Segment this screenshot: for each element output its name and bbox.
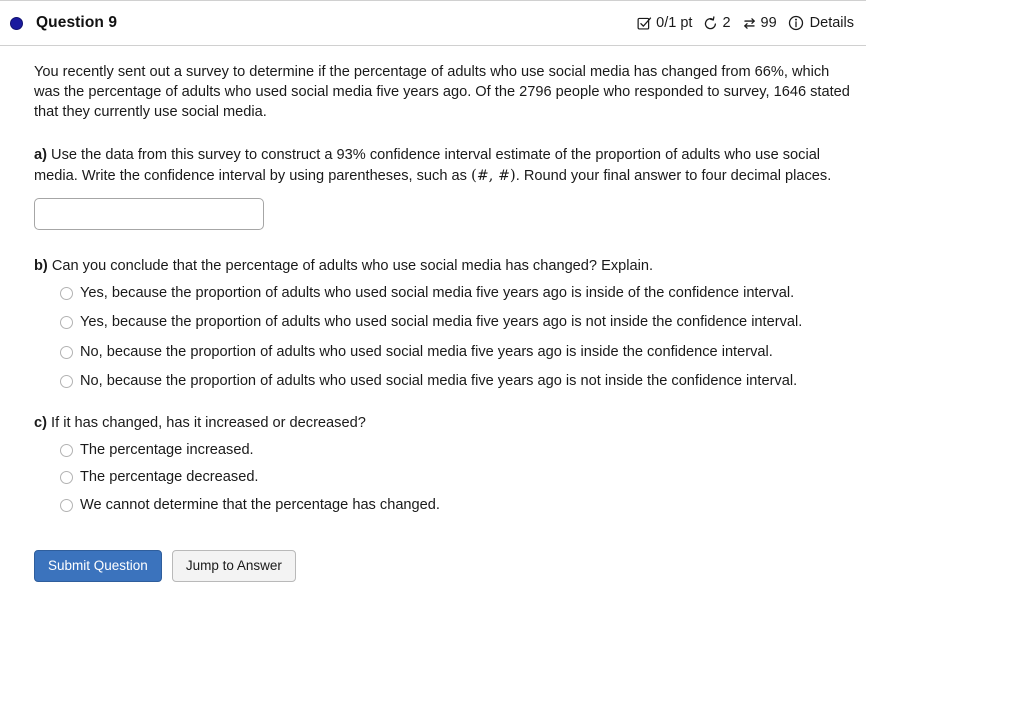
checkbox-check-icon [637,16,652,31]
attempts-group: 2 [703,15,731,31]
question-status-dot [10,16,23,30]
part-c-prompt: c) If it has changed, has it increased o… [34,413,852,433]
radio-button-icon[interactable] [60,444,73,458]
part-a-math-notation: (#, #) [470,165,516,184]
radio-button-icon[interactable] [60,316,73,330]
part-c-option-3[interactable]: We cannot determine that the percentage … [60,495,860,515]
retry-arrow-icon [703,15,718,31]
part-b-options: Yes, because the proportion of adults wh… [34,283,866,391]
part-a-block: a) Use the data from this survey to cons… [34,145,866,231]
part-b-option-3[interactable]: No, because the proportion of adults who… [60,342,860,362]
part-b-text: Can you conclude that the percentage of … [47,258,654,275]
part-b-option-1[interactable]: Yes, because the proportion of adults wh… [60,283,860,303]
details-label: Details [809,15,854,31]
radio-button-icon[interactable] [60,471,73,485]
info-circle-icon [788,15,804,31]
option-label: The percentage increased. [80,442,254,459]
radio-button-icon[interactable] [60,287,73,301]
radio-button-icon[interactable] [60,345,73,359]
option-label: No, because the proportion of adults who… [80,372,798,389]
question-intro-text: You recently sent out a survey to determ… [34,64,850,121]
part-a-label: a) [34,146,47,163]
version-group: 99 [742,15,777,31]
details-button[interactable]: Details [788,15,854,31]
action-button-row: Submit Question Jump to Answer [34,549,866,583]
attempts-count: 2 [722,15,731,31]
radio-button-icon[interactable] [60,498,73,512]
part-b-block: b) Can you conclude that the percentage … [34,256,866,391]
question-body: You recently sent out a survey to determ… [0,46,866,583]
part-a-text-after: . Round your final answer to four decima… [515,167,832,184]
submit-question-button[interactable]: Submit Question [34,549,162,583]
part-c-options: The percentage increased. The percentage… [34,440,866,515]
swap-arrows-icon [742,16,757,31]
option-label: The percentage decreased. [80,469,259,486]
question-page: Question 9 0/1 pt 2 99 Details You recen… [0,0,1024,723]
question-header-left: Question 9 [10,14,117,32]
question-header-meta: 0/1 pt 2 99 Details [637,15,854,31]
option-label: Yes, because the proportion of adults wh… [80,285,795,302]
part-c-option-1[interactable]: The percentage increased. [60,440,860,460]
part-c-label: c) [34,415,47,432]
part-b-prompt: b) Can you conclude that the percentage … [34,256,852,276]
score-group: 0/1 pt [637,15,692,31]
part-b-option-4[interactable]: No, because the proportion of adults who… [60,371,860,391]
page-title: Question 9 [36,14,118,31]
score-text: 0/1 pt [656,15,693,31]
part-c-option-2[interactable]: The percentage decreased. [60,467,860,487]
question-header: Question 9 0/1 pt 2 99 Details [0,1,866,45]
version-count: 99 [760,15,777,31]
option-label: We cannot determine that the percentage … [80,496,440,513]
radio-button-icon[interactable] [60,374,73,388]
part-b-option-2[interactable]: Yes, because the proportion of adults wh… [60,312,860,332]
part-c-text: If it has changed, has it increased or d… [46,415,366,432]
part-b-label: b) [34,258,48,275]
jump-to-answer-button[interactable]: Jump to Answer [171,549,296,583]
part-a-answer-input[interactable] [34,198,264,231]
option-label: No, because the proportion of adults who… [80,343,773,360]
option-label: Yes, because the proportion of adults wh… [80,314,803,331]
part-c-block: c) If it has changed, has it increased o… [34,413,866,515]
part-a-prompt: a) Use the data from this survey to cons… [34,145,852,186]
